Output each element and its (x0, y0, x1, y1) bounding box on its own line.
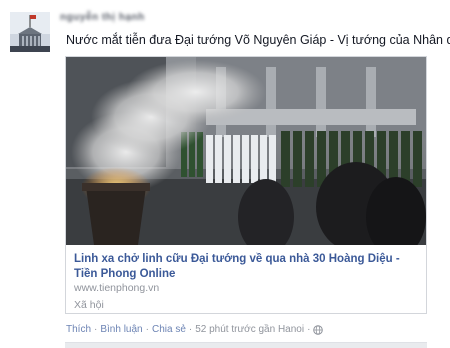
separator: · (145, 324, 149, 335)
post-timestamp[interactable]: 52 phút trước gần Hanoi (195, 324, 304, 335)
link-preview-image[interactable] (66, 57, 426, 245)
globe-icon[interactable] (313, 324, 324, 335)
shared-link-card[interactable]: Linh xa chở linh cữu Đại tướng về qua nh… (65, 56, 427, 314)
author-name[interactable]: nguyễn thị hạnh (60, 12, 145, 26)
like-link[interactable]: Thích (66, 324, 91, 335)
link-title[interactable]: Linh xa chở linh cữu Đại tướng về qua nh… (74, 252, 419, 282)
link-domain: www.tienphong.vn (74, 282, 160, 294)
separator: · (94, 324, 98, 335)
status-text: Nước mắt tiễn đưa Đại tướng Võ Nguyên Gi… (66, 33, 450, 47)
feed-post: nguyễn thị hạnh Nước mắt tiễn đưa Đại tư… (0, 0, 450, 348)
share-link[interactable]: Chia sẻ (152, 324, 186, 335)
comment-link[interactable]: Bình luận (100, 324, 142, 335)
separator: · (188, 324, 193, 335)
post-actions: Thích · Bình luận · Chia sẻ · 52 phút tr… (66, 324, 324, 335)
link-category: Xã hội (74, 299, 104, 311)
separator: · (307, 324, 311, 335)
comment-area (65, 342, 427, 348)
author-avatar[interactable] (10, 12, 50, 52)
